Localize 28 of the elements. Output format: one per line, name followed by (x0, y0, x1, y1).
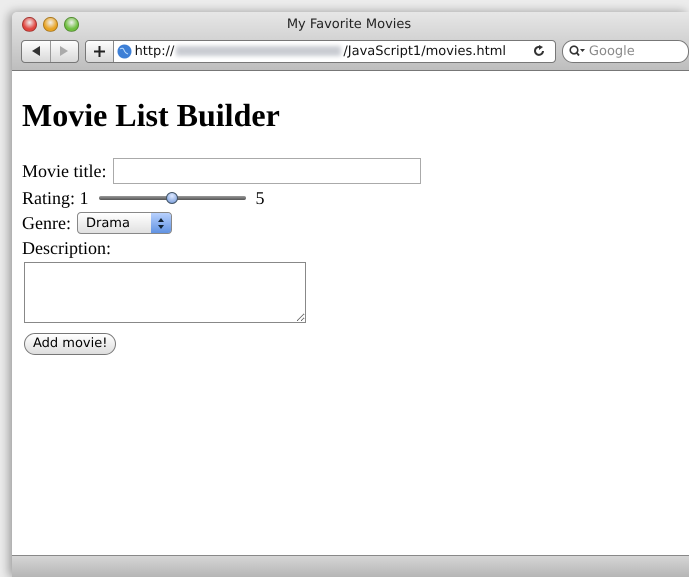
page-heading: Movie List Builder (22, 97, 281, 134)
slider-max-label: 5 (256, 188, 264, 208)
close-button[interactable] (22, 16, 37, 32)
genre-dropdown[interactable]: Drama (76, 212, 172, 234)
description-field[interactable] (24, 262, 306, 323)
add-bookmark-button[interactable] (86, 40, 114, 62)
add-movie-button[interactable]: Add movie! (24, 332, 116, 354)
field-label: Movie title: (22, 160, 106, 182)
field-label: Genre: (22, 212, 71, 234)
reload-icon[interactable] (532, 45, 545, 57)
search-icon (568, 45, 585, 57)
url-text: http:// (134, 44, 174, 58)
search-field[interactable]: Google (562, 40, 689, 62)
field-label: Rating: 1 (22, 188, 88, 208)
field-label: Description: (22, 238, 111, 258)
plus-icon (94, 46, 105, 56)
slider-thumb[interactable] (166, 192, 178, 204)
up-down-arrows-icon (158, 218, 164, 228)
url-text: /JavaScript1/movies.html (343, 44, 506, 58)
globe-icon (116, 44, 132, 58)
address-field[interactable]: http:// /JavaScript1/movies.html (84, 40, 556, 62)
minimize-button[interactable] (43, 16, 58, 32)
window-title: My Favorite Movies (286, 16, 412, 32)
right-triangle-icon (60, 46, 68, 56)
movie-title-field[interactable] (112, 158, 420, 184)
left-triangle-icon (32, 46, 40, 56)
rating-slider[interactable] (98, 192, 246, 204)
zoom-button[interactable] (64, 16, 79, 32)
